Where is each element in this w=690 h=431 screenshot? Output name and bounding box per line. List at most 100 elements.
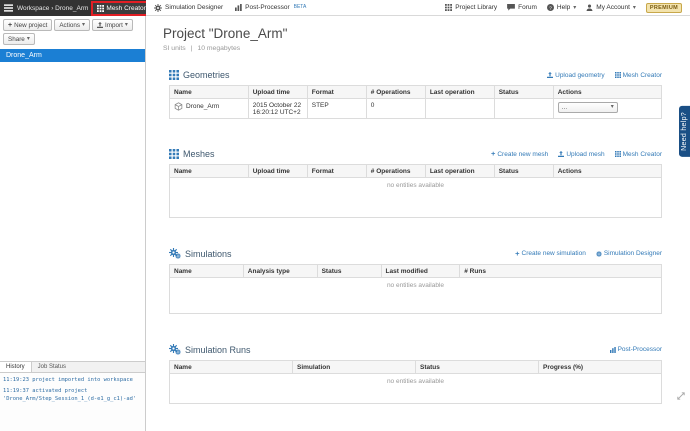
mesh-creator-link[interactable]: Mesh Creator xyxy=(615,72,662,79)
cube-icon xyxy=(174,102,183,111)
person-icon xyxy=(586,4,593,11)
column-header: Last operation xyxy=(425,86,494,99)
app-window: Workspace › Drone_Arm Mesh Creator Simul… xyxy=(0,0,690,431)
grid-icon xyxy=(445,4,452,11)
tab-mesh-creator-label: Mesh Creator xyxy=(106,5,145,12)
dropdown-value: ... xyxy=(562,104,567,111)
tab-simulation-designer[interactable]: Simulation Designer xyxy=(154,4,223,12)
upload-mesh-label: Upload mesh xyxy=(566,151,604,158)
project-library-label: Project Library xyxy=(455,4,497,11)
create-new-simulation-link[interactable]: + Create new simulation xyxy=(515,250,586,258)
geometries-table: Name Upload time Format # Operations Las… xyxy=(169,85,662,119)
geometry-table-row[interactable]: Drone_Arm 2015 October 22 16:20:12 UTC+2… xyxy=(170,99,662,119)
geometry-upload-date: 2015 October 22 xyxy=(253,102,303,109)
simulations-table: Name Analysis type Status Last modified … xyxy=(169,264,662,314)
need-help-tab[interactable]: Need help? xyxy=(679,106,690,157)
import-button[interactable]: Import ▾ xyxy=(92,19,133,31)
column-header: Actions xyxy=(553,165,661,178)
grid-icon xyxy=(615,72,621,78)
grid-icon xyxy=(97,5,104,12)
meta-divider: | xyxy=(191,45,193,52)
chevron-down-icon: ▾ xyxy=(27,36,30,42)
forum-button[interactable]: Forum xyxy=(507,4,537,11)
column-header: Name xyxy=(170,265,244,278)
help-icon: ? xyxy=(547,4,554,11)
speech-bubble-icon xyxy=(507,4,515,11)
project-list-item-selected[interactable]: Drone_Arm xyxy=(0,49,145,62)
geometries-section: Geometries Upload geometry Mesh Creator xyxy=(169,70,662,119)
project-meta: SI units | 10 megabytes xyxy=(163,45,662,52)
topbar-left: Workspace › Drone_Arm Mesh Creator xyxy=(0,0,146,16)
create-new-mesh-label: Create new mesh xyxy=(497,151,548,158)
post-processor-label: Post-Processor xyxy=(618,346,662,353)
tab-simulation-designer-label: Simulation Designer xyxy=(165,4,223,11)
topbar-right-area: Simulation Designer Post-Processor BETA … xyxy=(146,0,690,16)
column-header: # Runs xyxy=(460,265,662,278)
my-account-menu[interactable]: My Account ▾ xyxy=(586,4,636,11)
breadcrumb[interactable]: Workspace › Drone_Arm xyxy=(17,5,88,12)
post-processor-link[interactable]: Post-Processor xyxy=(610,346,662,353)
simulations-section: Simulations + Create new simulation Simu… xyxy=(169,248,662,314)
upload-icon xyxy=(558,151,564,157)
project-sidebar: + New project Actions ▾ Import ▾ Share ▾… xyxy=(0,16,146,431)
mesh-creator-label: Mesh Creator xyxy=(623,151,662,158)
expand-resize-icon[interactable] xyxy=(677,387,685,405)
upload-geometry-link[interactable]: Upload geometry xyxy=(547,72,605,79)
console-tabs: History Job Status xyxy=(0,362,145,373)
premium-badge: PREMIUM xyxy=(646,3,682,13)
column-header: Last modified xyxy=(381,265,460,278)
actions-button[interactable]: Actions ▾ xyxy=(54,19,90,31)
column-header: Upload time xyxy=(248,86,307,99)
meshes-table: Name Upload time Format # Operations Las… xyxy=(169,164,662,218)
plus-icon: + xyxy=(491,150,495,158)
simulations-title: Simulations xyxy=(185,249,232,259)
plus-icon: + xyxy=(8,22,12,29)
project-size-label: 10 megabytes xyxy=(197,45,240,52)
topbar: Workspace › Drone_Arm Mesh Creator Simul… xyxy=(0,0,690,16)
empty-state-text: no entities available xyxy=(170,178,662,218)
simulation-designer-link[interactable]: Simulation Designer xyxy=(596,250,662,257)
column-header: Name xyxy=(170,361,293,374)
hamburger-menu-icon[interactable] xyxy=(4,4,13,12)
column-header: Status xyxy=(494,165,553,178)
topbar-account-area: Project Library Forum ? Help ▾ My Accoun… xyxy=(445,3,682,13)
empty-state-text: no entities available xyxy=(170,278,662,314)
tab-history[interactable]: History xyxy=(0,362,32,372)
new-project-button[interactable]: + New project xyxy=(3,19,52,31)
tab-job-status[interactable]: Job Status xyxy=(32,362,72,372)
simulation-designer-label: Simulation Designer xyxy=(604,250,662,257)
help-menu[interactable]: ? Help ▾ xyxy=(547,4,576,11)
mesh-creator-label: Mesh Creator xyxy=(623,72,662,79)
log-line: 11:19:37 activated project 'Drone_Arm/St… xyxy=(3,387,142,403)
mesh-creator-link[interactable]: Mesh Creator xyxy=(615,151,662,158)
column-header: Last operation xyxy=(425,165,494,178)
column-header: Status xyxy=(416,361,539,374)
column-header: Format xyxy=(307,165,366,178)
tab-post-processor[interactable]: Post-Processor BETA xyxy=(235,4,306,11)
geometries-title: Geometries xyxy=(183,70,230,80)
svg-text:?: ? xyxy=(549,5,552,11)
geometry-last-operation xyxy=(425,99,494,119)
tab-post-processor-label: Post-Processor xyxy=(245,4,289,11)
project-library-button[interactable]: Project Library xyxy=(445,4,497,11)
upload-geometry-label: Upload geometry xyxy=(555,72,605,79)
column-header: Simulation xyxy=(293,361,416,374)
share-button[interactable]: Share ▾ xyxy=(3,33,35,45)
upload-icon xyxy=(547,72,553,78)
my-account-label: My Account xyxy=(596,4,630,11)
column-header: Name xyxy=(170,86,249,99)
page-title: Project "Drone_Arm" xyxy=(163,26,662,41)
chevron-down-icon: ▾ xyxy=(82,22,85,28)
grid-icon xyxy=(615,151,621,157)
chart-icon xyxy=(610,347,616,353)
tab-mesh-creator[interactable]: Mesh Creator xyxy=(93,3,149,14)
column-header: Analysis type xyxy=(243,265,317,278)
geometry-operations: 0 xyxy=(366,99,425,119)
chart-icon xyxy=(235,4,242,11)
upload-mesh-link[interactable]: Upload mesh xyxy=(558,151,604,158)
geometry-upload-time: 16:20:12 UTC+2 xyxy=(253,109,303,116)
create-new-mesh-link[interactable]: + Create new mesh xyxy=(491,150,548,158)
geometry-actions-dropdown[interactable]: ... ▾ xyxy=(558,102,618,113)
grid-icon xyxy=(169,70,179,80)
create-new-simulation-label: Create new simulation xyxy=(522,250,586,257)
